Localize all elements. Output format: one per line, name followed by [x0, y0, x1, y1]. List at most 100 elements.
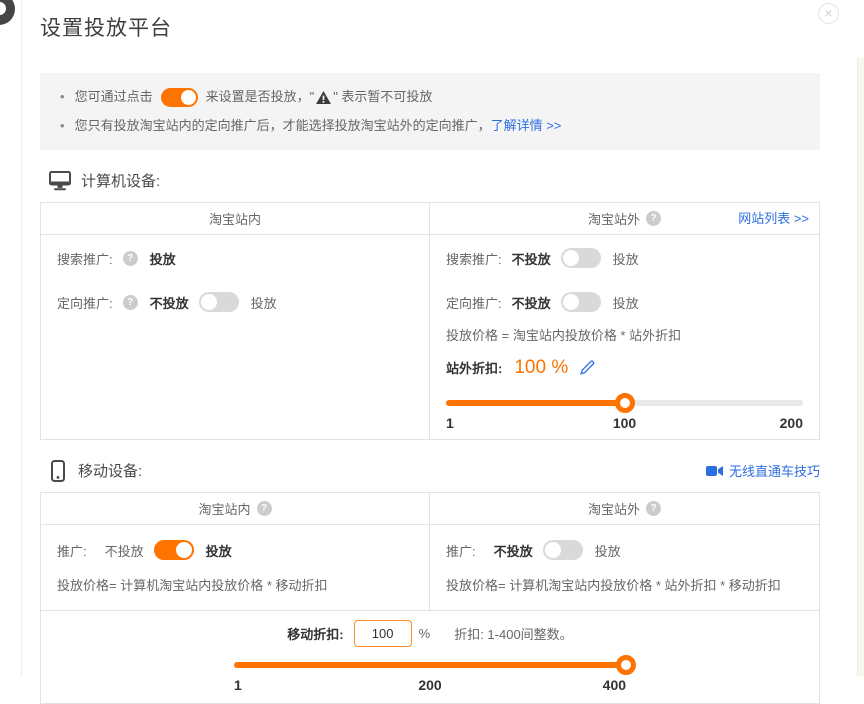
search-promo-toggle[interactable]	[561, 248, 601, 268]
page-help-badge	[0, 0, 15, 25]
discount-hint: 折扣: 1-400间整数。	[454, 624, 572, 643]
notice-line-2: • 您只有投放淘宝站内的定向推广后，才能选择投放淘宝站外的定向推广， 了解详情 …	[52, 114, 796, 138]
slider-min-label: 1	[234, 677, 365, 693]
help-icon[interactable]: ?	[646, 211, 661, 226]
mobile-onsite-promo-toggle[interactable]	[154, 540, 194, 560]
row-label: 定向推广:	[57, 293, 113, 312]
mobile-section-header: 移动设备: 无线直通车技巧	[40, 457, 820, 484]
page-scrollbar[interactable]	[857, 58, 864, 676]
state-off-label: 不投放	[105, 541, 144, 560]
row-label: 定向推广:	[446, 293, 502, 312]
mobile-onsite-cell: 推广: 不投放 投放 投放价格= 计算机淘宝站内投放价格 * 移动折扣	[41, 525, 430, 610]
notice-text: 来设置是否投放，"	[206, 85, 315, 109]
modal-left-edge	[21, 0, 22, 676]
slider-scale: 1 200 400	[234, 677, 626, 693]
page-title: 设置投放平台	[40, 12, 820, 42]
computer-offsite-header: 淘宝站外 ? 网站列表 >>	[430, 203, 819, 234]
computer-onsite-header: 淘宝站内	[41, 203, 430, 234]
discount-value: 100 %	[514, 357, 568, 379]
bullet-icon: •	[60, 114, 65, 138]
mobile-discount-section: 移动折扣: % 折扣: 1-400间整数。 1 200 400	[41, 610, 819, 703]
targeted-promo-toggle[interactable]	[561, 292, 601, 312]
mobile-offsite-cell: 推广: 不投放 投放 投放价格= 计算机淘宝站内投放价格 * 站外折扣 * 移动…	[430, 525, 819, 610]
slider-min-label: 1	[446, 415, 565, 431]
wireless-tips-link[interactable]: 无线直通车技巧	[706, 461, 820, 480]
price-formula: 投放价格 = 淘宝站内投放价格 * 站外折扣	[446, 325, 803, 344]
mobile-table: 淘宝站内 ? 淘宝站外 ? 推广: 不投放 投放 投放价格= 计算机淘宝站内投放…	[40, 492, 820, 704]
help-icon[interactable]: ?	[123, 251, 138, 266]
column-header-label: 淘宝站外	[588, 209, 640, 228]
slider-mid-label: 200	[365, 677, 496, 693]
toggle-knob	[181, 90, 196, 105]
row-label: 搜索推广:	[446, 249, 502, 268]
state-on-label: 投放	[251, 293, 277, 312]
notice-text: 您可通过点击	[75, 85, 153, 109]
wireless-tips-label: 无线直通车技巧	[729, 461, 820, 480]
percent-unit: %	[419, 626, 431, 641]
promo-row: 推广: 不投放 投放	[57, 539, 413, 561]
state-off-label: 不投放	[512, 293, 551, 312]
mobile-offsite-promo-toggle[interactable]	[543, 540, 583, 560]
row-label: 搜索推广:	[57, 249, 113, 268]
help-icon[interactable]: ?	[123, 295, 138, 310]
offsite-discount-slider	[446, 393, 803, 413]
column-header-label: 淘宝站内	[198, 499, 250, 518]
notice-box: • 您可通过点击 来设置是否投放，" " 表示暂不可投放 • 您只有投放淘宝站内…	[40, 73, 820, 150]
computer-table-header: 淘宝站内 淘宝站外 ? 网站列表 >>	[41, 203, 819, 235]
slider-fill	[234, 662, 626, 668]
search-promo-row: 搜索推广: ? 投放	[57, 247, 413, 269]
notice-line-1: • 您可通过点击 来设置是否投放，" " 表示暂不可投放	[52, 85, 796, 109]
price-formula: 投放价格= 计算机淘宝站内投放价格 * 站外折扣 * 移动折扣	[446, 575, 803, 594]
state-off-label: 不投放	[494, 541, 533, 560]
toggle-knob	[563, 294, 579, 310]
slider-handle[interactable]	[615, 393, 635, 413]
state-on-label: 投放	[613, 249, 639, 268]
targeted-promo-row: 定向推广: ? 不投放 投放	[57, 291, 413, 313]
computer-section-title: 计算机设备:	[81, 170, 160, 191]
slider-fill	[446, 400, 625, 406]
edit-pencil-icon[interactable]	[580, 360, 595, 375]
price-formula: 投放价格= 计算机淘宝站内投放价格 * 移动折扣	[57, 575, 413, 594]
mobile-discount-label: 移动折扣:	[287, 624, 343, 643]
mobile-table-header: 淘宝站内 ? 淘宝站外 ?	[41, 493, 819, 525]
column-header-label: 淘宝站外	[588, 499, 640, 518]
slider-mid-label: 100	[565, 415, 684, 431]
promo-row: 推广: 不投放 投放	[446, 539, 803, 561]
close-icon[interactable]: ×	[818, 3, 839, 24]
modal-content: 设置投放平台 • 您可通过点击 来设置是否投放，" " 表示暂不可投放 • 您只…	[40, 0, 820, 704]
targeted-promo-toggle[interactable]	[199, 292, 239, 312]
state-on-label: 投放	[613, 293, 639, 312]
promo-state-value: 投放	[150, 249, 176, 268]
learn-more-link[interactable]: 了解详情 >>	[491, 114, 562, 138]
computer-table: 淘宝站内 淘宝站外 ? 网站列表 >> 搜索推广: ? 投放 定向推广: ? 不…	[40, 202, 820, 440]
help-icon[interactable]: ?	[646, 501, 661, 516]
mobile-section-title: 移动设备:	[78, 460, 142, 481]
slider-max-label: 200	[684, 415, 803, 431]
targeted-promo-row: 定向推广: 不投放 投放	[446, 291, 803, 313]
slider-handle[interactable]	[616, 655, 636, 675]
toggle-example-icon	[161, 88, 198, 107]
mobile-offsite-header: 淘宝站外 ?	[430, 493, 819, 524]
mobile-discount-input[interactable]	[354, 620, 412, 647]
monitor-icon	[49, 171, 71, 191]
computer-section-header: 计算机设备:	[40, 167, 820, 194]
slider-scale: 1 100 200	[446, 415, 803, 431]
computer-table-body: 搜索推广: ? 投放 定向推广: ? 不投放 投放 搜索推广: 不投放 投	[41, 235, 819, 439]
slider-max-label: 400	[495, 677, 626, 693]
computer-offsite-cell: 搜索推广: 不投放 投放 定向推广: 不投放 投放 投放价格 = 淘宝站内投放价…	[430, 235, 819, 439]
computer-onsite-cell: 搜索推广: ? 投放 定向推广: ? 不投放 投放	[41, 235, 430, 439]
mobile-discount-line: 移动折扣: % 折扣: 1-400间整数。	[41, 620, 819, 647]
discount-label: 站外折扣:	[446, 358, 502, 377]
toggle-knob	[545, 542, 561, 558]
state-off-label: 不投放	[512, 249, 551, 268]
website-list-link[interactable]: 网站列表 >>	[738, 203, 809, 235]
mobile-onsite-header: 淘宝站内 ?	[41, 493, 430, 524]
column-header-label: 淘宝站内	[209, 209, 261, 228]
mobile-table-body: 推广: 不投放 投放 投放价格= 计算机淘宝站内投放价格 * 移动折扣 推广: …	[41, 525, 819, 610]
state-off-label: 不投放	[150, 293, 189, 312]
mobile-discount-slider	[234, 655, 626, 675]
state-on-label: 投放	[206, 541, 232, 560]
row-label: 推广:	[446, 541, 476, 560]
notice-text: " 表示暂不可投放	[333, 85, 432, 109]
help-icon[interactable]: ?	[257, 501, 272, 516]
